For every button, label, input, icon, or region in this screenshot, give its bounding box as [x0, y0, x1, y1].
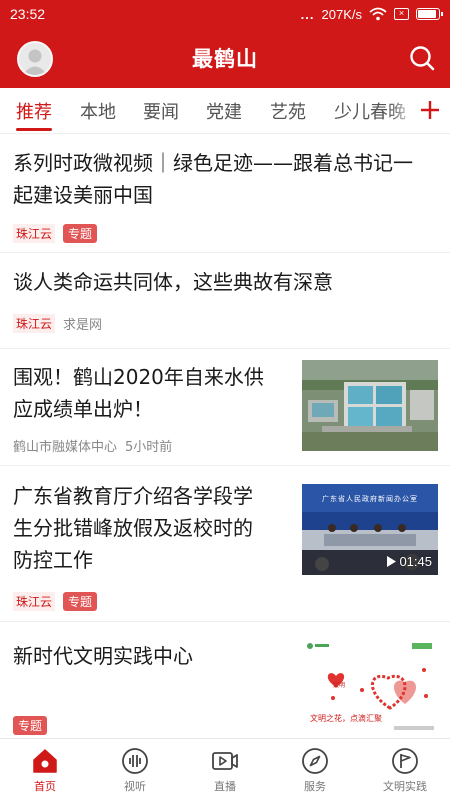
- news-item[interactable]: 新时代文明实践中心 专题 文明 文明之花，点滴汇聚: [0, 622, 450, 738]
- tab-arts[interactable]: 艺苑: [270, 98, 306, 124]
- thumb-caption: 广东省人民政府新闻办公室: [322, 495, 418, 503]
- video-thumbnail[interactable]: 广东省人民政府新闻办公室 01:45: [302, 484, 438, 575]
- news-title: 谈人类命运共同体，这些典故有深意: [13, 270, 333, 294]
- nav-live[interactable]: 直播: [180, 739, 270, 800]
- thumb-caption: 文明之花，点滴汇聚: [310, 714, 382, 723]
- tabs-fade: [388, 88, 418, 132]
- flag-icon: [392, 748, 418, 774]
- network-speed: 207K/s: [321, 6, 362, 22]
- add-channel-button[interactable]: [418, 96, 442, 124]
- news-feed: 系列时政微视频｜绿色足迹——跟着总书记一 起建设美丽中国 珠江云 专题 谈人类命…: [0, 134, 450, 738]
- tab-news[interactable]: 要闻: [143, 98, 179, 124]
- news-title: 系列时政微视频｜绿色足迹——跟着总书记一 起建设美丽中国: [13, 151, 413, 207]
- status-time: 23:52: [10, 6, 46, 22]
- nav-audio-video[interactable]: 视听: [90, 739, 180, 800]
- news-item[interactable]: 谈人类命运共同体，这些典故有深意 珠江云 求是网: [0, 253, 450, 349]
- nav-home[interactable]: 首页: [0, 739, 90, 800]
- heart-label: 文明: [333, 682, 346, 689]
- home-icon: [33, 749, 57, 773]
- source-label: 珠江云: [13, 314, 56, 333]
- topic-badge: 专题: [63, 592, 98, 611]
- avatar[interactable]: [17, 41, 53, 77]
- source-label: 珠江云: [13, 224, 56, 243]
- page-title: 最鹤山: [192, 47, 258, 71]
- search-icon: [410, 46, 435, 71]
- news-item[interactable]: 广东省教育厅介绍各学段学 生分批错峰放假及返校时的 防控工作 珠江云 专题 广东…: [0, 466, 450, 622]
- news-title: 广东省教育厅介绍各学段学 生分批错峰放假及返校时的 防控工作: [13, 484, 253, 572]
- battery-icon: [416, 8, 443, 20]
- tab-recommend[interactable]: 推荐: [16, 98, 52, 124]
- play-icon: [387, 556, 397, 567]
- notification-dots: ...: [300, 6, 315, 22]
- news-meta: 专题: [13, 716, 48, 735]
- wifi-icon: [369, 7, 387, 21]
- app-header: 最鹤山: [0, 28, 450, 88]
- source-label: 珠江云: [13, 592, 56, 611]
- news-meta: 珠江云 求是网: [13, 314, 102, 333]
- tab-local[interactable]: 本地: [80, 98, 116, 124]
- audio-wave-icon: [122, 748, 148, 774]
- news-title: 围观！鹤山2020年自来水供 应成绩单出炉！: [13, 365, 264, 421]
- news-meta: 鹤山市融媒体中心 5小时前: [13, 436, 172, 455]
- live-camera-icon: [212, 752, 238, 770]
- no-sim-icon: ×: [394, 8, 409, 20]
- status-indicators: ... 207K/s ×: [300, 6, 443, 22]
- news-meta: 珠江云 专题: [13, 592, 98, 611]
- search-button[interactable]: [408, 44, 436, 72]
- category-tabs: 推荐 本地 要闻 党建 艺苑 少儿春晚: [0, 88, 450, 134]
- nav-services[interactable]: 服务: [270, 739, 360, 800]
- news-item[interactable]: 系列时政微视频｜绿色足迹——跟着总书记一 起建设美丽中国 珠江云 专题: [0, 134, 450, 253]
- news-thumbnail: [302, 360, 438, 451]
- plus-icon: [421, 101, 439, 119]
- tab-party[interactable]: 党建: [206, 98, 242, 124]
- topic-badge: 专题: [63, 224, 98, 243]
- news-meta: 珠江云 专题: [13, 224, 98, 243]
- publish-time: 5小时前: [125, 440, 173, 455]
- user-avatar-icon: [22, 49, 48, 75]
- water-plant-aerial-image: [302, 360, 438, 451]
- outlet-label: 求是网: [63, 318, 103, 333]
- status-bar: 23:52 ... 207K/s ×: [0, 0, 450, 28]
- compass-icon: [302, 748, 328, 774]
- news-thumbnail: 文明 文明之花，点滴汇聚: [302, 640, 438, 736]
- active-tab-indicator: [16, 128, 52, 131]
- topic-badge: 专题: [13, 716, 48, 735]
- news-title: 新时代文明实践中心: [13, 644, 193, 668]
- bottom-navigation: 首页 视听 直播 服务 文明实践: [0, 738, 450, 800]
- source-label: 鹤山市融媒体中心: [13, 440, 118, 455]
- nav-civilization[interactable]: 文明实践: [360, 739, 450, 800]
- video-duration: 01:45: [386, 554, 432, 569]
- news-item[interactable]: 围观！鹤山2020年自来水供 应成绩单出炉！ 鹤山市融媒体中心 5小时前: [0, 349, 450, 466]
